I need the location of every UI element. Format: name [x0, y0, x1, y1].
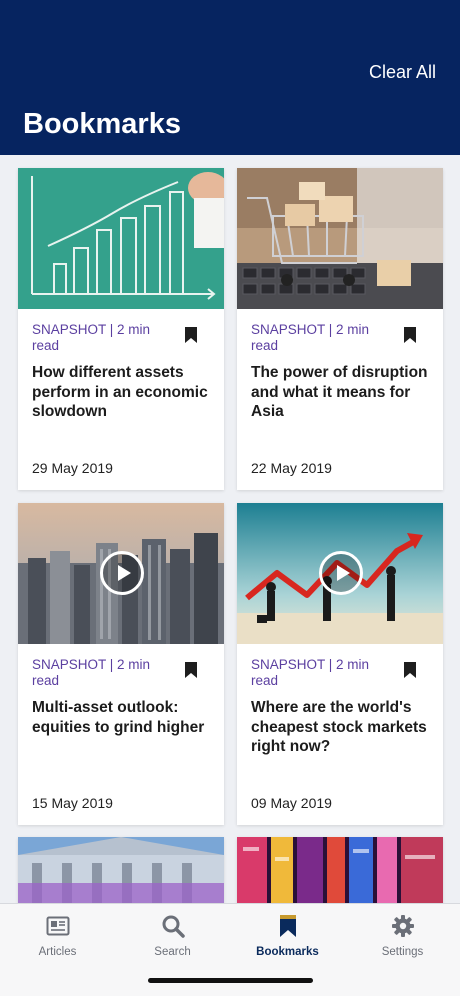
newspaper-icon — [46, 916, 69, 936]
bookmark-icon — [279, 915, 296, 937]
building-facade-image — [18, 837, 224, 903]
shopping-cart-keyboard-image — [237, 168, 443, 309]
article-meta: SNAPSHOT | 2 min read — [251, 657, 370, 688]
article-date: 15 May 2019 — [32, 795, 113, 811]
bookmark-card[interactable]: SNAPSHOT | 2 min read Multi-asset outloo… — [18, 503, 224, 825]
article-date: 29 May 2019 — [32, 460, 113, 476]
tab-label: Settings — [381, 946, 424, 958]
home-indicator[interactable] — [148, 978, 313, 983]
chalkboard-chart-image — [18, 168, 224, 309]
bookmark-card[interactable]: SNAPSHOT | 2 min read How different asse… — [18, 168, 224, 490]
people-lifting-arrow-image — [237, 503, 443, 644]
tab-search[interactable]: Search — [115, 914, 230, 958]
neon-street-image — [237, 837, 443, 903]
tab-settings[interactable]: Settings — [345, 914, 460, 958]
play-video-icon[interactable] — [319, 551, 363, 595]
tab-label: Bookmarks — [256, 946, 319, 958]
app-header: Clear All Bookmarks — [0, 0, 460, 155]
article-title: Multi-asset outlook: equities to grind h… — [32, 699, 205, 736]
tab-label: Articles — [38, 946, 77, 958]
bookmark-card[interactable]: SNAPSHOT | 2 min read Where are the worl… — [237, 503, 443, 825]
bookmark-card[interactable] — [237, 837, 443, 903]
clear-all-button[interactable]: Clear All — [369, 62, 436, 83]
article-title: How different assets perform in an econo… — [32, 364, 208, 420]
page-title: Bookmarks — [23, 108, 181, 140]
play-video-icon[interactable] — [100, 551, 144, 595]
tab-label: Search — [154, 946, 191, 958]
article-title: The power of disruption and what it mean… — [251, 364, 428, 420]
bookmark-icon[interactable] — [184, 326, 198, 344]
bookmark-icon[interactable] — [403, 661, 417, 679]
bookmark-card[interactable] — [18, 837, 224, 903]
bookmark-icon[interactable] — [184, 661, 198, 679]
article-meta: SNAPSHOT | 2 min read — [32, 322, 151, 353]
bookmark-card[interactable]: SNAPSHOT | 2 min read The power of disru… — [237, 168, 443, 490]
gear-icon — [391, 915, 414, 937]
article-date: 22 May 2019 — [251, 460, 332, 476]
article-meta: SNAPSHOT | 2 min read — [251, 322, 370, 353]
tab-articles[interactable]: Articles — [0, 914, 115, 958]
bookmarks-grid: SNAPSHOT | 2 min read How different asse… — [0, 155, 460, 903]
bookmark-icon[interactable] — [403, 326, 417, 344]
article-date: 09 May 2019 — [251, 795, 332, 811]
city-skyline-image — [18, 503, 224, 644]
article-meta: SNAPSHOT | 2 min read — [32, 657, 151, 688]
tab-bookmarks[interactable]: Bookmarks — [230, 914, 345, 958]
search-icon — [162, 915, 185, 938]
article-title: Where are the world's cheapest stock mar… — [251, 699, 427, 755]
